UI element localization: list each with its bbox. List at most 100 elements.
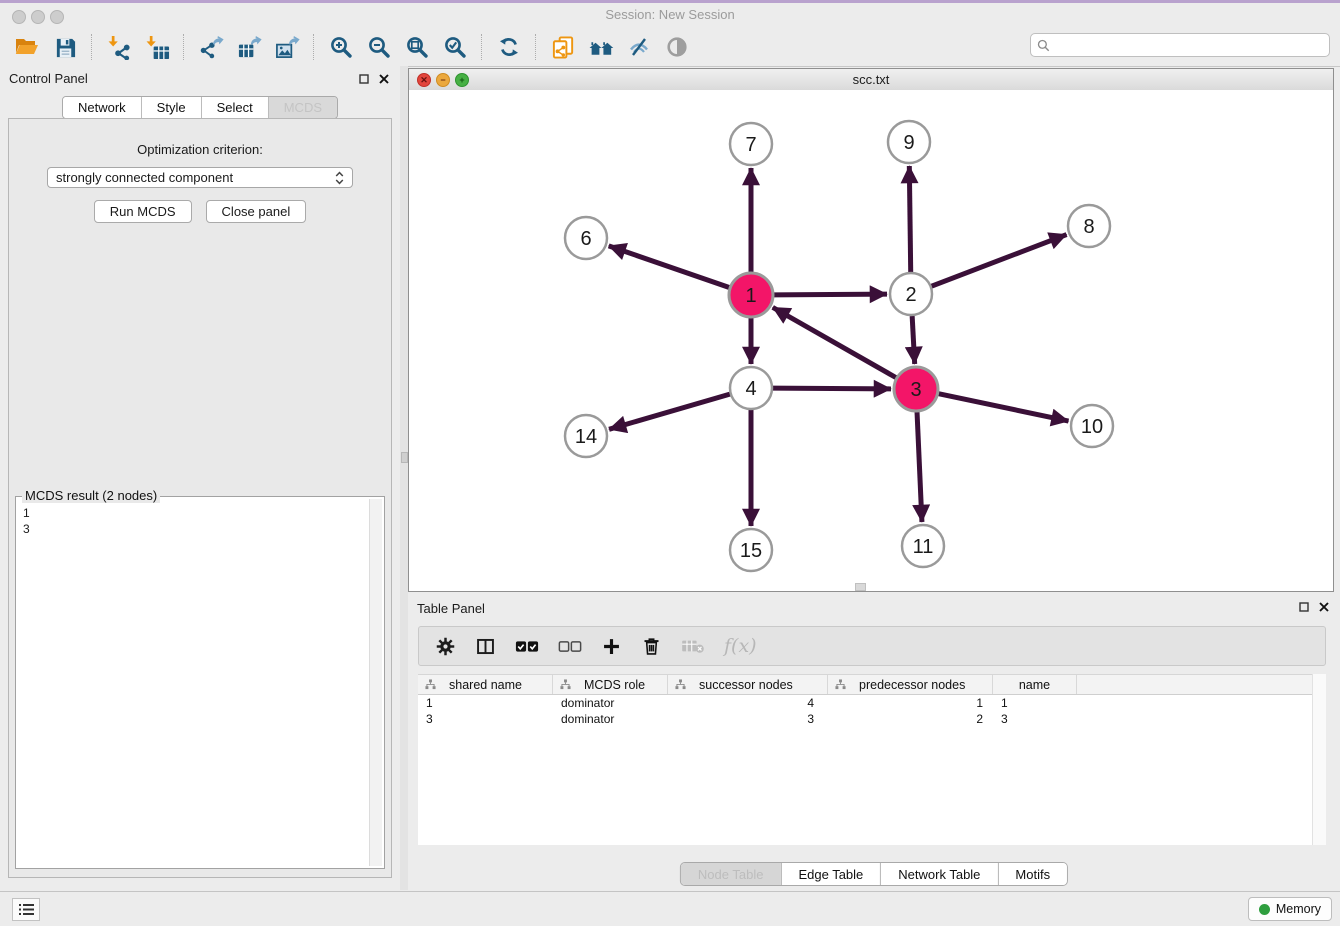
delete-table-button[interactable] [681, 637, 705, 655]
criterion-value: strongly connected component [56, 170, 233, 185]
horizontal-splitter-grip[interactable] [855, 583, 866, 591]
cell-mcds-role[interactable]: dominator [553, 696, 668, 710]
network-graph[interactable]: 7 9 6 8 1 2 4 3 14 10 15 11 [409, 90, 1333, 590]
cell-predecessor-nodes[interactable]: 2 [828, 712, 993, 726]
table-scrollbar[interactable] [1312, 674, 1326, 845]
tab-node-table[interactable]: Node Table [681, 863, 781, 885]
network-canvas[interactable]: 7 9 6 8 1 2 4 3 14 10 15 11 [409, 90, 1333, 591]
node-9[interactable]: 9 [888, 121, 930, 163]
node-2[interactable]: 2 [890, 273, 932, 315]
edge-2-3[interactable] [912, 316, 915, 364]
edge-4-14[interactable] [609, 394, 730, 429]
mcds-result-text[interactable]: 1 3 [18, 501, 368, 866]
search-box[interactable] [1030, 33, 1330, 57]
network-maximize-button[interactable]: + [455, 73, 469, 87]
zoom-selected-button[interactable] [436, 32, 474, 62]
splitter-grip[interactable] [401, 452, 408, 463]
import-table-button[interactable] [138, 32, 176, 62]
table-options-button[interactable] [435, 636, 456, 657]
column-header-shared-name[interactable]: shared name [418, 675, 553, 694]
tab-edge-table[interactable]: Edge Table [780, 863, 880, 885]
cell-name[interactable]: 1 [993, 696, 1077, 710]
edge-2-8[interactable] [932, 235, 1067, 287]
column-header-mcds-role[interactable]: MCDS role [553, 675, 668, 694]
import-network-button[interactable] [100, 32, 138, 62]
delete-column-icon [641, 636, 662, 657]
tab-motifs[interactable]: Motifs [997, 863, 1067, 885]
cell-shared-name[interactable]: 1 [418, 696, 553, 710]
network-close-button[interactable]: ✕ [417, 73, 431, 87]
float-panel-icon[interactable] [357, 72, 370, 85]
float-table-panel-icon[interactable] [1297, 600, 1310, 613]
first-neighbors-button[interactable] [582, 32, 620, 62]
close-table-panel-icon[interactable] [1317, 600, 1330, 613]
show-all-button[interactable] [658, 32, 696, 62]
toolbar-separator [313, 34, 315, 60]
select-all-button[interactable] [515, 639, 539, 654]
tab-network[interactable]: Network [63, 97, 141, 118]
zoom-fit-button[interactable] [398, 32, 436, 62]
node-1[interactable]: 1 [729, 273, 773, 317]
export-network-button[interactable] [192, 32, 230, 62]
search-input[interactable] [1055, 37, 1323, 54]
cell-name[interactable]: 3 [993, 712, 1077, 726]
network-minimize-button[interactable]: − [436, 73, 450, 87]
panel-splitter[interactable] [400, 66, 408, 890]
node-3[interactable]: 3 [894, 367, 938, 411]
edge-1-6[interactable] [609, 246, 730, 288]
node-8[interactable]: 8 [1068, 205, 1110, 247]
close-panel-icon[interactable] [377, 72, 390, 85]
column-visibility-button[interactable] [475, 636, 496, 657]
zoom-in-button[interactable] [322, 32, 360, 62]
task-history-button[interactable] [12, 898, 40, 921]
save-session-button[interactable] [46, 32, 84, 62]
mcds-result-scrollbar[interactable] [369, 499, 382, 866]
column-header-successor-nodes[interactable]: successor nodes [668, 675, 828, 694]
cell-predecessor-nodes[interactable]: 1 [828, 696, 993, 710]
function-builder-button[interactable]: f(x) [724, 635, 757, 657]
clone-network-button[interactable] [544, 32, 582, 62]
export-image-button[interactable] [268, 32, 306, 62]
cell-shared-name[interactable]: 3 [418, 712, 553, 726]
tab-style[interactable]: Style [141, 97, 201, 118]
node-14[interactable]: 14 [565, 415, 607, 457]
delete-column-button[interactable] [641, 636, 662, 657]
open-session-button[interactable] [8, 32, 46, 62]
edge-1-2[interactable] [774, 294, 887, 295]
network-view-window: ✕ − + scc.txt 7 9 6 8 1 2 4 3 14 10 15 11 [408, 68, 1334, 592]
hide-selected-button[interactable] [620, 32, 658, 62]
cell-mcds-role[interactable]: dominator [553, 712, 668, 726]
run-mcds-button[interactable]: Run MCDS [94, 200, 192, 223]
zoom-out-button[interactable] [360, 32, 398, 62]
apply-layout-button[interactable] [490, 32, 528, 62]
node-10[interactable]: 10 [1071, 405, 1113, 447]
cell-successor-nodes[interactable]: 3 [668, 712, 828, 726]
tab-mcds[interactable]: MCDS [268, 97, 337, 118]
table-row[interactable]: 3 dominator 3 2 3 [418, 711, 1326, 727]
criterion-select[interactable]: strongly connected component [47, 167, 353, 188]
node-11[interactable]: 11 [902, 525, 944, 567]
tab-network-table[interactable]: Network Table [880, 863, 997, 885]
network-window-titlebar[interactable]: ✕ − + scc.txt [409, 69, 1333, 91]
cell-successor-nodes[interactable]: 4 [668, 696, 828, 710]
memory-button[interactable]: Memory [1248, 897, 1332, 921]
delete-table-icon [681, 637, 705, 655]
close-panel-button[interactable]: Close panel [206, 200, 307, 223]
edge-4-3[interactable] [773, 388, 891, 389]
status-bar: Memory [0, 891, 1340, 926]
edge-3-1[interactable] [773, 307, 896, 377]
column-header-name[interactable]: name [993, 675, 1077, 694]
edge-2-9[interactable] [909, 166, 910, 272]
deselect-all-button[interactable] [558, 639, 582, 654]
tab-select[interactable]: Select [201, 97, 268, 118]
node-15[interactable]: 15 [730, 529, 772, 571]
column-header-predecessor-nodes[interactable]: predecessor nodes [828, 675, 993, 694]
add-column-button[interactable] [601, 636, 622, 657]
node-4[interactable]: 4 [730, 367, 772, 409]
edge-3-11[interactable] [917, 412, 922, 522]
node-6[interactable]: 6 [565, 217, 607, 259]
export-table-button[interactable] [230, 32, 268, 62]
edge-3-10[interactable] [939, 394, 1069, 421]
node-7[interactable]: 7 [730, 123, 772, 165]
table-row[interactable]: 1 dominator 4 1 1 [418, 695, 1326, 711]
